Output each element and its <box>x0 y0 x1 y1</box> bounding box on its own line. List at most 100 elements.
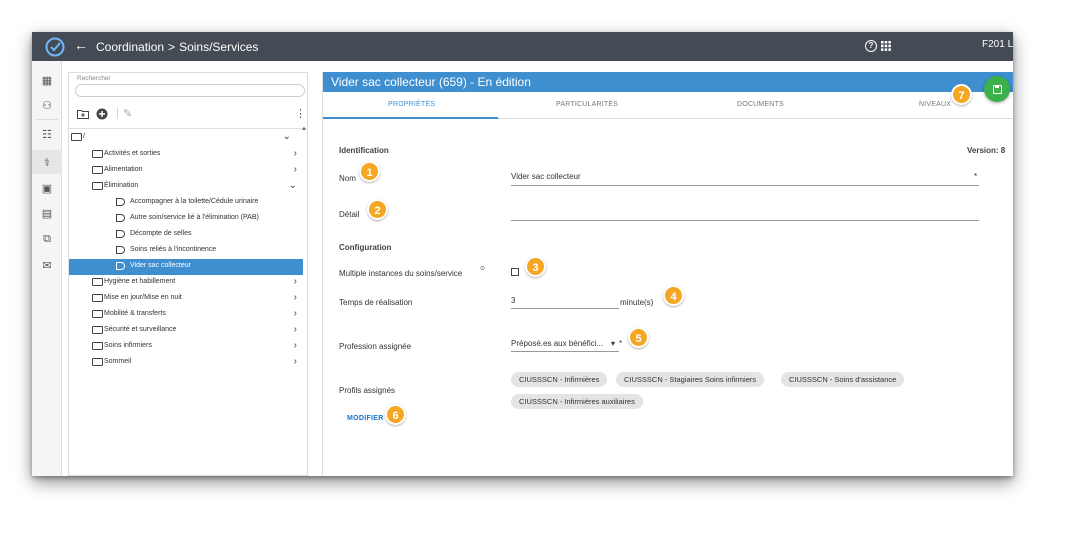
profil-chip[interactable]: CIUSSSCN - Stagiaires Soins infirmiers <box>616 372 765 387</box>
breadcrumb-separator: > <box>168 40 176 54</box>
schedule-icon[interactable]: ▤ <box>32 201 62 225</box>
multiple-instances-checkbox[interactable] <box>511 268 519 276</box>
required-mark: * <box>974 172 978 181</box>
tree-item-label: Soins infirmiers <box>104 342 152 349</box>
tab-proprietes[interactable]: PROPRIÉTÉS <box>388 101 435 108</box>
modifier-button[interactable]: MODIFIER <box>347 415 384 422</box>
document-icon <box>116 262 125 270</box>
divider: | <box>116 107 119 119</box>
tab-documents[interactable]: DOCUMENTS <box>737 101 784 108</box>
tree-root[interactable]: / ⌄ <box>69 130 303 146</box>
chevron-right-icon[interactable]: › <box>294 324 297 335</box>
profession-select[interactable]: Préposé.es aux bénéfici... <box>511 339 603 348</box>
scroll-up-icon[interactable]: ▲ <box>301 126 307 132</box>
app-logo-icon[interactable] <box>44 36 66 58</box>
tree-item[interactable]: Soins reliés à l'incontinence <box>69 243 303 259</box>
nom-label: Nom <box>339 174 356 183</box>
chevron-down-icon[interactable]: ▾ <box>611 339 615 348</box>
arrow-left-icon[interactable]: ← <box>74 37 88 53</box>
tree-item[interactable]: Accompagner à la toilette/Cédule urinair… <box>69 195 303 211</box>
chevron-right-icon[interactable]: › <box>294 356 297 367</box>
tree-item[interactable]: Élimination ⌄ <box>69 179 303 195</box>
tree-item-label: / <box>83 133 85 140</box>
section-identification: Identification <box>339 146 389 155</box>
dashboard-icon[interactable]: ▦ <box>32 68 62 92</box>
chevron-down-icon[interactable]: ⌄ <box>283 131 291 142</box>
profil-chip[interactable]: CIUSSSCN - Infirmières auxiliaires <box>511 394 643 409</box>
left-nav-rail: ▦ ⚇ ☷ ⚕ ▣ ▤ ⧉ ✉ <box>32 61 62 476</box>
save-button[interactable] <box>984 76 1010 102</box>
folder-icon <box>92 294 103 302</box>
folder-icon <box>92 310 103 318</box>
chevron-right-icon[interactable]: › <box>294 148 297 159</box>
callout-badge: 4 <box>663 285 684 306</box>
tree-item[interactable]: Mise en jour/Mise en nuit › <box>69 291 303 307</box>
callout-badge: 7 <box>951 84 972 105</box>
tree-item-label: Sécurité et surveillance <box>104 326 177 333</box>
profil-chip[interactable]: CIUSSSCN - Soins d'assistance <box>781 372 905 387</box>
add-circle-icon[interactable] <box>96 108 108 120</box>
more-vertical-icon[interactable]: ⋮ <box>295 107 306 120</box>
chevron-right-icon[interactable]: › <box>294 164 297 175</box>
tree-item-label: Autre soin/service lié à l'élimination (… <box>130 214 259 221</box>
nom-input[interactable]: Vider sac collecteur <box>511 172 581 181</box>
tree-item[interactable]: Mobilité & transferts › <box>69 307 303 323</box>
grid-icon[interactable] <box>881 41 891 51</box>
tree-item-label: Sommeil <box>104 358 132 365</box>
users-icon[interactable]: ⚇ <box>32 93 62 117</box>
info-icon[interactable]: ⊙ <box>480 265 485 272</box>
user-list-icon[interactable]: ☷ <box>32 122 62 146</box>
search-input[interactable] <box>75 84 305 97</box>
tree-item[interactable]: Alimentation › <box>69 163 303 179</box>
tree-item[interactable]: Sécurité et surveillance › <box>69 323 303 339</box>
tree-item[interactable]: Sommeil › <box>69 355 303 371</box>
tree-item-label: Soins reliés à l'incontinence <box>130 246 217 253</box>
temps-unit: minute(s) <box>620 298 654 307</box>
temps-input[interactable]: 3 <box>511 296 515 305</box>
callout-badge: 1 <box>359 161 380 182</box>
new-folder-icon[interactable] <box>77 109 89 119</box>
tree-item-label: Alimentation <box>104 166 143 173</box>
folder-icon <box>92 150 103 158</box>
tree-item[interactable]: Hygiène et habillement › <box>69 275 303 291</box>
tree-item[interactable]: Activités et sorties › <box>69 147 303 163</box>
flowchart-icon[interactable]: ⧉ <box>32 227 62 251</box>
breadcrumb-coordination[interactable]: Coordination <box>96 40 164 54</box>
folder-icon <box>92 326 103 334</box>
chevron-right-icon[interactable]: › <box>294 340 297 351</box>
top-bar: ← Coordination >Soins/Services ? F201 L2 <box>32 32 1013 61</box>
tab-particularites[interactable]: PARTICULARITÉS <box>556 101 618 108</box>
folder-icon <box>92 342 103 350</box>
divider <box>69 128 307 129</box>
callout-badge: 5 <box>628 327 649 348</box>
room-code: F201 L2 <box>982 39 1013 50</box>
megaphone-icon[interactable]: ✉ <box>32 253 62 277</box>
care-icon[interactable]: ⚕ <box>32 150 62 174</box>
tab-niveaux[interactable]: NIVEAUX <box>919 101 951 108</box>
tree-item[interactable]: Décompte de selles <box>69 227 303 243</box>
temps-label: Temps de réalisation <box>339 298 413 307</box>
profil-chip[interactable]: CIUSSSCN - Infirmières <box>511 372 608 387</box>
edit-pencil-icon[interactable]: ✎ <box>123 107 132 120</box>
tree-item[interactable]: Autre soin/service lié à l'élimination (… <box>69 211 303 227</box>
profils-label: Profils assignés <box>339 386 396 395</box>
folder-icon <box>92 278 103 286</box>
tree-toolbar: | ✎ ⋮ <box>69 105 307 125</box>
folder-icon <box>92 166 103 174</box>
chevron-down-icon[interactable]: ⌄ <box>289 180 297 191</box>
save-icon <box>992 84 1002 94</box>
chevron-right-icon[interactable]: › <box>294 276 297 287</box>
tree-item-label: Décompte de selles <box>130 230 192 237</box>
tree-item-selected[interactable]: Vider sac collecteur <box>69 259 303 275</box>
chevron-right-icon[interactable]: › <box>294 292 297 303</box>
folder-icon <box>92 182 103 190</box>
multiple-instances-label: Multiple instances du soins/service <box>339 269 463 278</box>
tree-item[interactable]: Soins infirmiers › <box>69 339 303 355</box>
detail-input[interactable] <box>511 220 979 221</box>
tree-item-label: Hygiène et habillement <box>104 278 176 285</box>
detail-panel: Vider sac collecteur (659) - En édition … <box>322 72 1013 476</box>
chevron-right-icon[interactable]: › <box>294 308 297 319</box>
badge-icon[interactable]: ▣ <box>32 176 62 200</box>
question-circle-icon[interactable]: ? <box>865 40 877 52</box>
required-mark: * <box>619 339 623 348</box>
